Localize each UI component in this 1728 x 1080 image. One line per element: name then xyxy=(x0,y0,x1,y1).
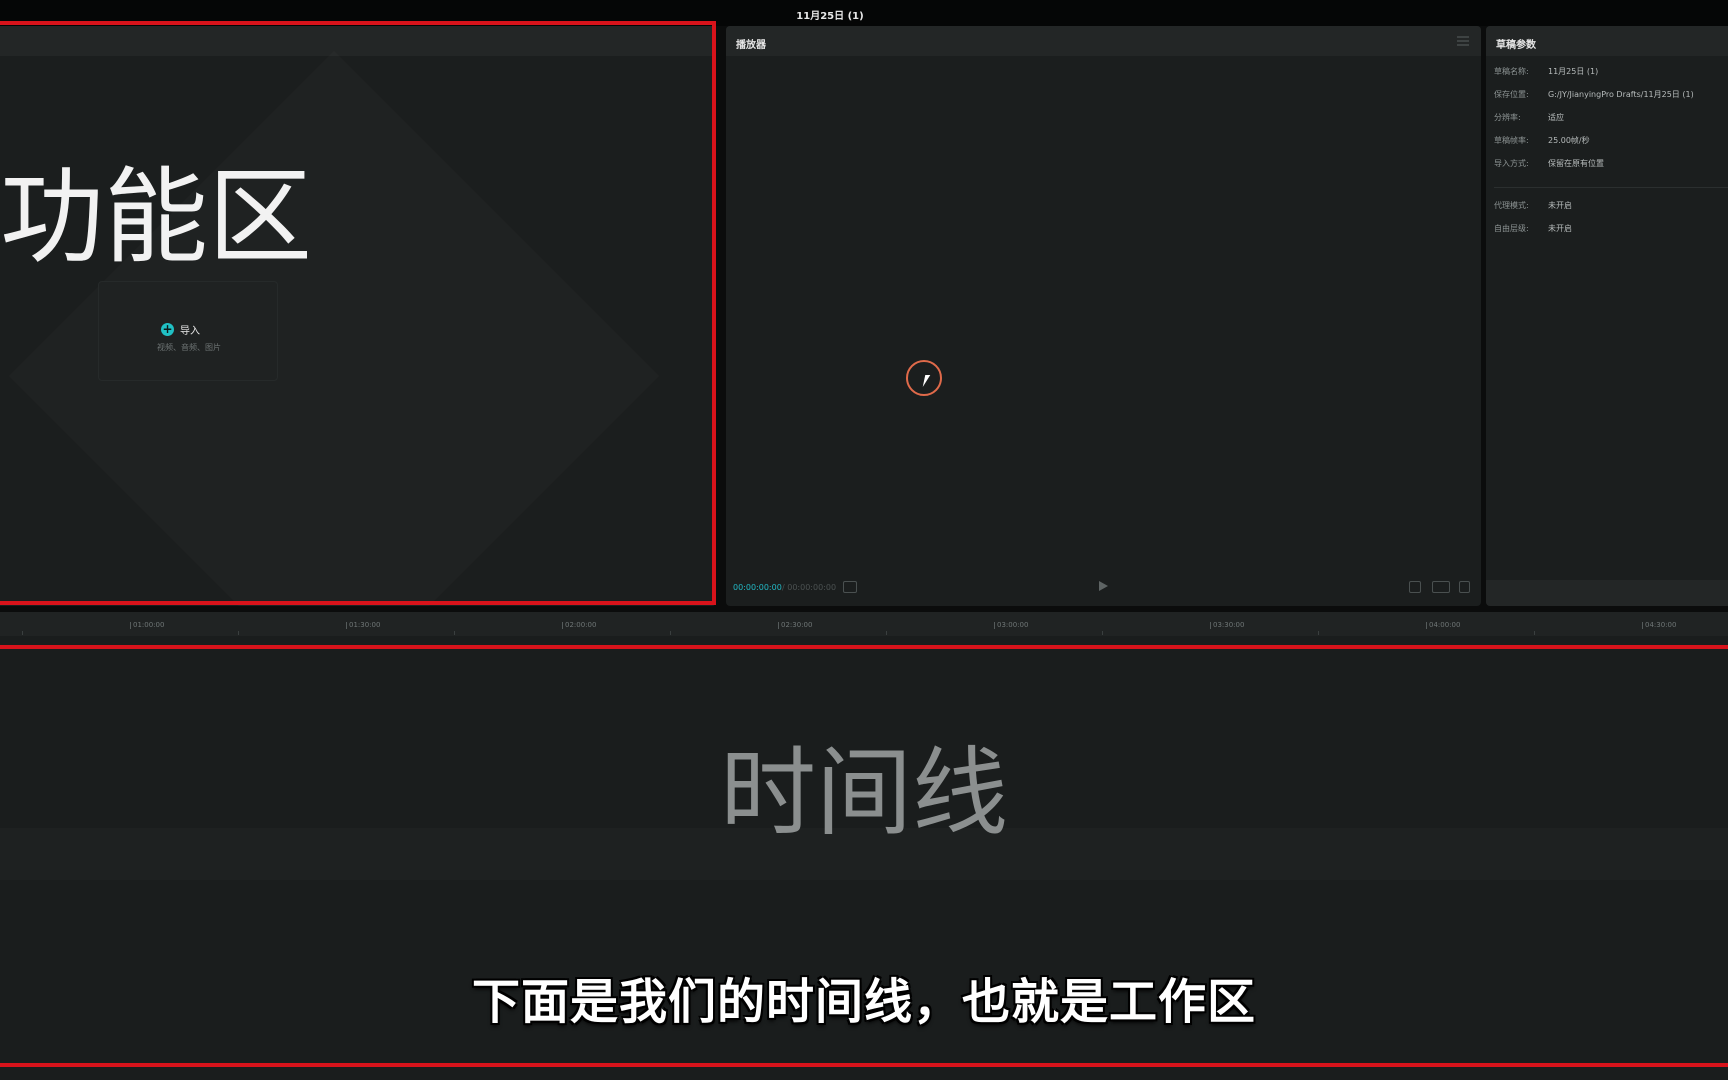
ruler-minor-tick xyxy=(22,631,23,635)
timeline-ruler[interactable]: 01:00:00 01:30:00 02:00:00 02:30:00 03:0… xyxy=(0,612,1728,636)
play-icon[interactable] xyxy=(1099,581,1108,591)
import-button[interactable]: + 导入 xyxy=(161,322,200,337)
player-controls: 00:00:00:00 / 00:00:00:00 xyxy=(726,572,1481,606)
media-panel: + 导入 视频、音频、图片 xyxy=(0,26,716,606)
timeline-overlay-label: 时间线 xyxy=(720,737,1008,849)
param-row: 保存位置: G:/JY/JianyingPro Drafts/11月25日 (1) xyxy=(1494,90,1694,99)
timecode-toggle-icon[interactable] xyxy=(843,581,857,593)
current-time: 00:00:00:00 xyxy=(733,583,782,592)
ruler-minor-tick xyxy=(1534,631,1535,635)
draft-params-title: 草稿参数 xyxy=(1496,40,1536,51)
ruler-tick: 02:00:00 xyxy=(561,621,597,629)
draft-params-header: 草稿参数 xyxy=(1486,26,1728,56)
ruler-tick: 02:30:00 xyxy=(777,621,813,629)
function-area-overlay-label: 功能区 xyxy=(0,156,313,278)
param-row: 草稿帧率: 25.00帧/秒 xyxy=(1494,136,1590,145)
ruler-tick: 04:00:00 xyxy=(1425,621,1461,629)
plus-icon: + xyxy=(161,322,174,336)
ruler-minor-tick xyxy=(1318,631,1319,635)
fullscreen-icon[interactable] xyxy=(1459,581,1470,593)
menu-icon[interactable] xyxy=(1457,36,1469,46)
param-row: 自由层级: 未开启 xyxy=(1494,224,1572,233)
screenshot-icon[interactable] xyxy=(1409,581,1421,593)
player-title: 播放器 xyxy=(736,40,766,51)
video-subtitle: 下面是我们的时间线，也就是工作区 xyxy=(471,974,1256,1030)
ruler-tick: 03:30:00 xyxy=(1209,621,1245,629)
import-drop-zone[interactable]: + 导入 视频、音频、图片 xyxy=(98,281,278,381)
param-row: 代理模式: 未开启 xyxy=(1494,201,1572,210)
ruler-tick: 03:00:00 xyxy=(993,621,1029,629)
ruler-minor-tick xyxy=(670,631,671,635)
import-hint: 视频、音频、图片 xyxy=(157,343,221,352)
divider xyxy=(1494,187,1728,188)
aspect-ratio-icon[interactable] xyxy=(1432,581,1450,593)
param-row: 分辨率: 适应 xyxy=(1494,113,1564,122)
ruler-tick: 01:30:00 xyxy=(345,621,381,629)
ruler-tick: 01:00:00 xyxy=(129,621,165,629)
param-row: 草稿名称: 11月25日 (1) xyxy=(1494,67,1599,76)
ruler-minor-tick xyxy=(1102,631,1103,635)
draft-params-panel: 草稿参数 草稿名称: 11月25日 (1) 保存位置: G:/JY/Jianying… xyxy=(1486,26,1728,606)
ruler-tick: 04:30:00 xyxy=(1641,621,1677,629)
window-title: 11月25日 (1) xyxy=(796,11,864,22)
param-row: 导入方式: 保留在原有位置 xyxy=(1494,159,1604,168)
ruler-minor-tick xyxy=(886,631,887,635)
media-panel-header xyxy=(0,26,716,56)
total-time: / 00:00:00:00 xyxy=(782,583,837,592)
draft-params-footer xyxy=(1486,580,1728,606)
ruler-minor-tick xyxy=(454,631,455,635)
import-label: 导入 xyxy=(180,326,200,337)
ruler-minor-tick xyxy=(238,631,239,635)
player-panel: 播放器 00:00:00:00 / 00:00:00:00 xyxy=(726,26,1481,606)
player-header: 播放器 xyxy=(726,26,1481,56)
title-bar: 11月25日 (1) xyxy=(0,0,1728,26)
